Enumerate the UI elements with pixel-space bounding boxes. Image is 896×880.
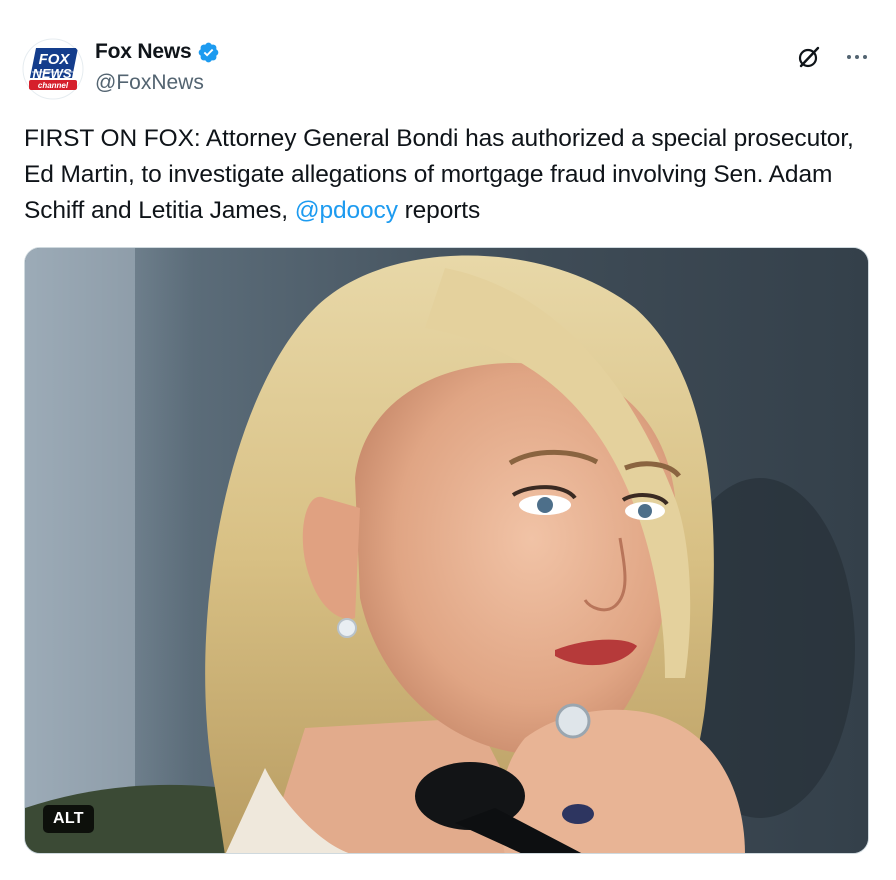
tweet-text: FIRST ON FOX: Attorney General Bondi has… [24,121,864,229]
logo-line2: NEWS [33,66,72,81]
tweet-header: FOX NEWS channel Fox News @FoxNews [22,38,874,102]
author-names: Fox News @FoxNews [95,40,220,95]
tweet-text-tail: reports [397,197,481,224]
logo-line3: channel [38,81,69,90]
verified-badge-icon [197,41,220,64]
fox-news-avatar[interactable]: FOX NEWS channel [22,38,84,100]
tweet-image[interactable]: ALT [24,247,869,854]
grok-icon[interactable] [796,44,822,70]
more-options-icon[interactable] [844,44,870,70]
name-row: Fox News [95,40,220,64]
header-actions [796,44,870,70]
author-display-name[interactable]: Fox News [95,40,192,64]
alt-text-badge[interactable]: ALT [43,805,94,833]
mention-link[interactable]: @pdoocy [295,197,398,224]
fox-news-logo: FOX NEWS channel [22,38,84,100]
portrait-photo [25,248,868,853]
author-handle[interactable]: @FoxNews [95,71,220,95]
